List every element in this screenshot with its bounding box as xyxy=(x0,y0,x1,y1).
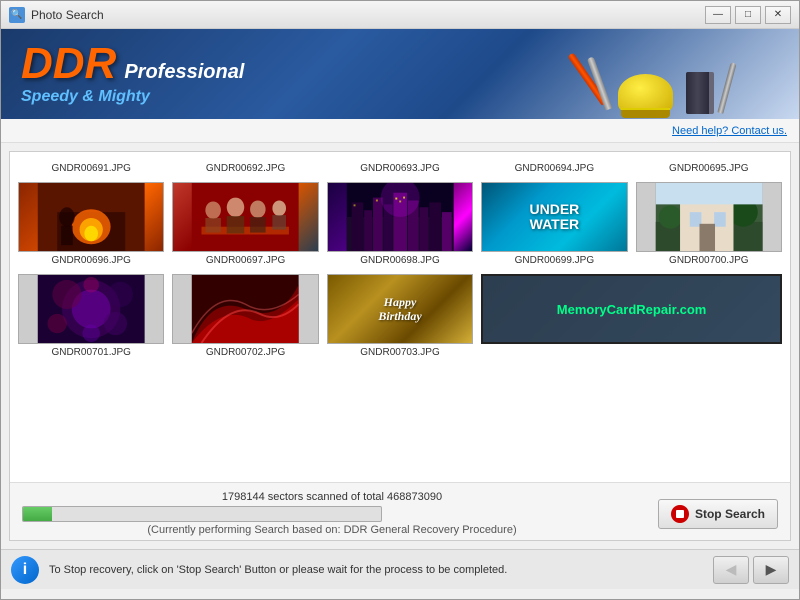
grid-item-695[interactable]: GNDR00695.JPG xyxy=(636,160,782,174)
grid-label-701: GNDR00701.JPG xyxy=(51,347,130,358)
thumbnail-700 xyxy=(636,182,782,252)
window-controls: — □ ✕ xyxy=(705,6,791,24)
title-bar: 🔍 Photo Search — □ ✕ xyxy=(1,1,799,29)
grid-item-691[interactable]: GNDR00691.JPG xyxy=(18,160,164,174)
controls-row: 1798144 sectors scanned of total 4688730… xyxy=(22,491,778,536)
grid-label-693: GNDR00693.JPG xyxy=(360,163,439,174)
grid-label-703: GNDR00703.JPG xyxy=(360,347,439,358)
grid-item-699[interactable]: UNDERWATER GNDR00699.JPG xyxy=(481,182,627,266)
underwater-text: UNDERWATER xyxy=(530,202,580,233)
grid-label-699: GNDR00699.JPG xyxy=(515,255,594,266)
grid-label-692: GNDR00692.JPG xyxy=(206,163,285,174)
grid-label-700: GNDR00700.JPG xyxy=(669,255,748,266)
grid-item-700[interactable]: GNDR00700.JPG xyxy=(636,182,782,266)
progress-bar-fill xyxy=(23,507,52,521)
nav-buttons: ◀ ▶ xyxy=(713,556,789,584)
progress-info: 1798144 sectors scanned of total 4688730… xyxy=(22,491,642,536)
header-tools xyxy=(584,34,784,114)
info-icon: i xyxy=(11,556,39,584)
help-bar: Need help? Contact us. xyxy=(1,119,799,143)
grid-item-701[interactable]: GNDR00701.JPG xyxy=(18,274,164,358)
app-icon: 🔍 xyxy=(9,7,25,23)
help-link[interactable]: Need help? Contact us. xyxy=(672,125,787,137)
birthday-text: HappyBirthday xyxy=(378,295,421,324)
window-title: Photo Search xyxy=(31,8,104,22)
thumbnail-698 xyxy=(327,182,473,252)
thumbnail-699: UNDERWATER xyxy=(481,182,627,252)
status-message: To Stop recovery, click on 'Stop Search'… xyxy=(49,564,703,576)
grid-label-696: GNDR00696.JPG xyxy=(51,255,130,266)
image-grid[interactable]: GNDR00691.JPG GNDR00692.JPG GNDR00693.JP… xyxy=(10,152,790,482)
thumbnail-697 xyxy=(172,182,318,252)
sectors-text: 1798144 sectors scanned of total 4688730… xyxy=(22,491,642,503)
stop-search-container: Stop Search xyxy=(658,499,778,529)
helmet-icon xyxy=(618,74,673,114)
progress-area: 1798144 sectors scanned of total 4688730… xyxy=(10,482,790,540)
grid-item-697[interactable]: GNDR00697.JPG xyxy=(172,182,318,266)
grid-item-702[interactable]: GNDR00702.JPG xyxy=(172,274,318,358)
grid-label-695: GNDR00695.JPG xyxy=(669,163,748,174)
memory-card-text: MemoryCardRepair.com xyxy=(557,302,707,317)
maximize-button[interactable]: □ xyxy=(735,6,761,24)
progress-bar-row xyxy=(22,506,642,522)
grid-item-692[interactable]: GNDR00692.JPG xyxy=(172,160,318,174)
back-button[interactable]: ◀ xyxy=(713,556,749,584)
grid-item-703[interactable]: HappyBirthday GNDR00703.JPG xyxy=(327,274,473,358)
grid-label-694: GNDR00694.JPG xyxy=(515,163,594,174)
thumbnail-703: HappyBirthday xyxy=(327,274,473,344)
close-button[interactable]: ✕ xyxy=(765,6,791,24)
minimize-button[interactable]: — xyxy=(705,6,731,24)
grid-item-memory: MemoryCardRepair.com xyxy=(481,274,782,358)
ddr-text: DDR xyxy=(21,42,116,86)
stop-icon-inner xyxy=(676,510,684,518)
book-icon xyxy=(686,72,714,114)
thumbnail-696 xyxy=(18,182,164,252)
grid-label-697: GNDR00697.JPG xyxy=(206,255,285,266)
memory-card-banner: MemoryCardRepair.com xyxy=(481,274,782,344)
tagline-text: Speedy & Mighty xyxy=(21,88,244,106)
progress-status: (Currently performing Search based on: D… xyxy=(22,524,642,536)
progress-bar-container xyxy=(22,506,382,522)
grid-item-693[interactable]: GNDR00693.JPG xyxy=(327,160,473,174)
stop-search-button[interactable]: Stop Search xyxy=(658,499,778,529)
professional-text: Professional xyxy=(124,61,244,84)
pen-icon xyxy=(717,62,736,114)
forward-button[interactable]: ▶ xyxy=(753,556,789,584)
main-content: GNDR00691.JPG GNDR00692.JPG GNDR00693.JP… xyxy=(9,151,791,541)
grid-label-691: GNDR00691.JPG xyxy=(51,163,130,174)
grid-label-702: GNDR00702.JPG xyxy=(206,347,285,358)
thumbnail-701 xyxy=(18,274,164,344)
grid-item-698[interactable]: GNDR00698.JPG xyxy=(327,182,473,266)
header-logo: DDR Professional Speedy & Mighty xyxy=(21,42,244,106)
status-bar: i To Stop recovery, click on 'Stop Searc… xyxy=(1,549,799,589)
header-banner: DDR Professional Speedy & Mighty xyxy=(1,29,799,119)
stop-icon xyxy=(671,505,689,523)
grid-item-696[interactable]: GNDR00696.JPG xyxy=(18,182,164,266)
stop-search-label: Stop Search xyxy=(695,507,765,521)
grid-label-698: GNDR00698.JPG xyxy=(360,255,439,266)
title-bar-left: 🔍 Photo Search xyxy=(9,7,104,23)
thumbnail-702 xyxy=(172,274,318,344)
grid-item-694[interactable]: GNDR00694.JPG xyxy=(481,160,627,174)
